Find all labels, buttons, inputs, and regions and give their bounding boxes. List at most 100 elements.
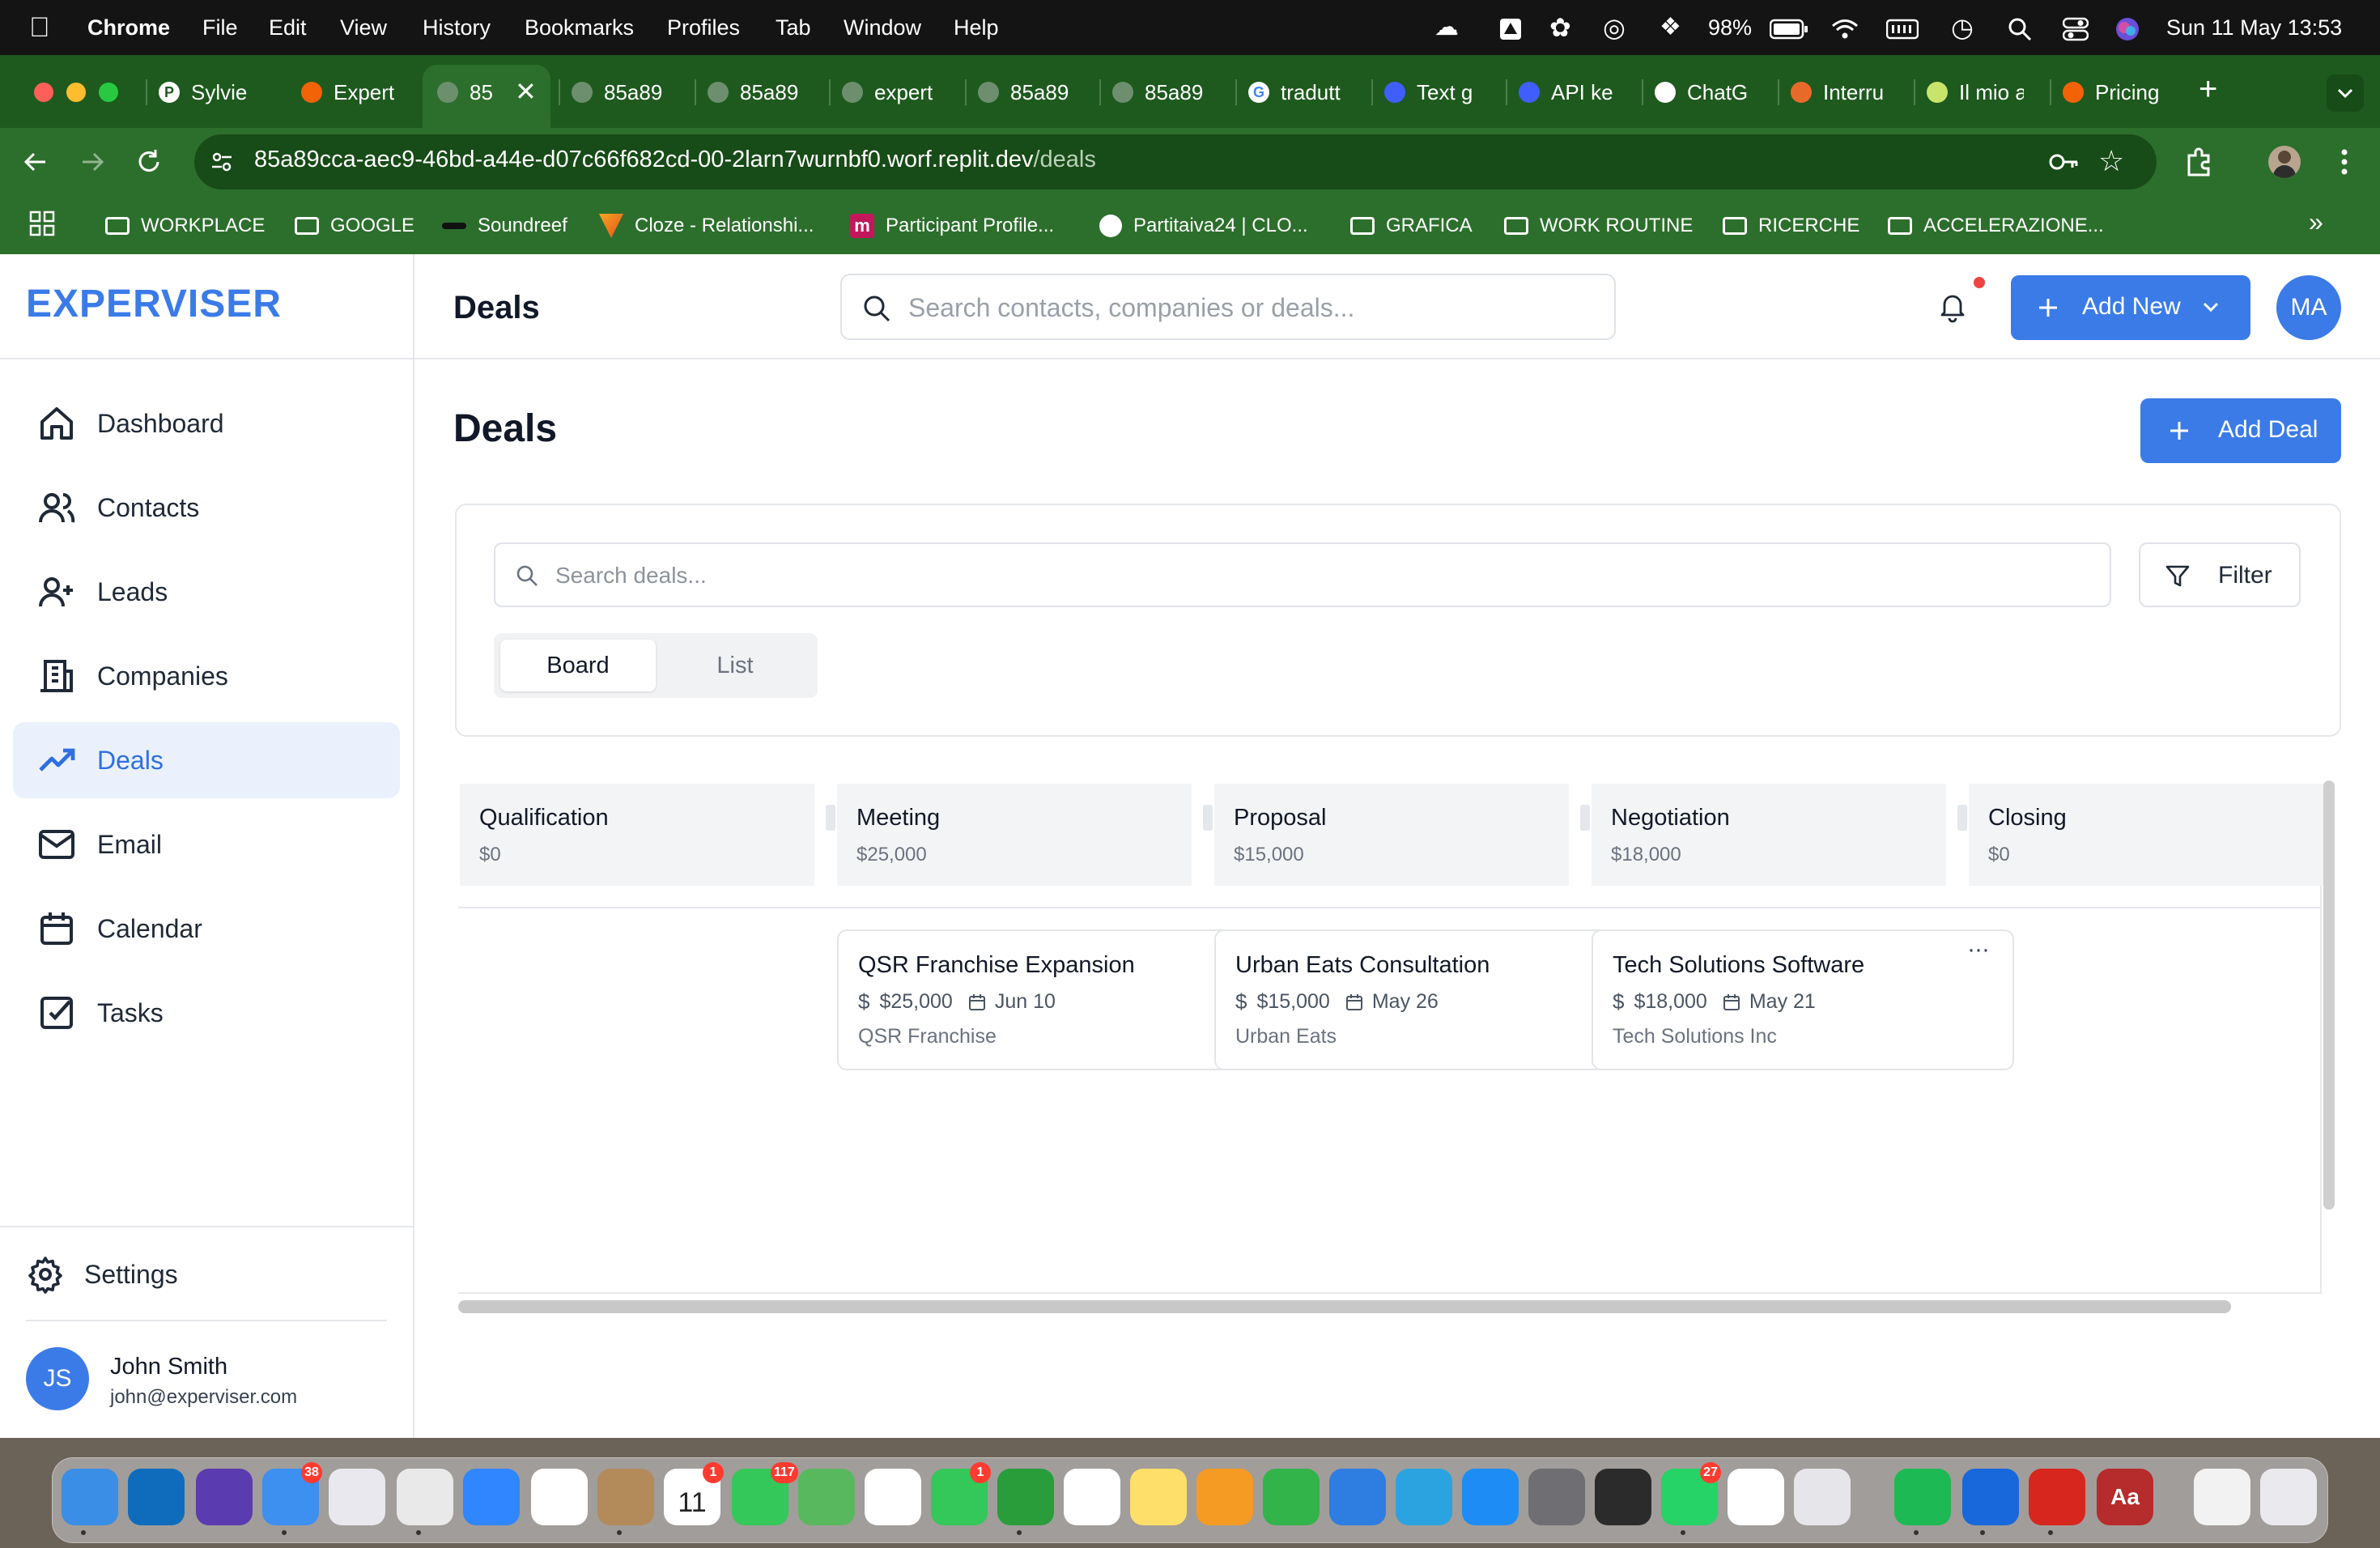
- numbers-icon[interactable]: [1263, 1469, 1320, 1525]
- browser-tab[interactable]: 85: [437, 70, 502, 115]
- deal-search-input[interactable]: [554, 554, 2095, 598]
- openai-icon[interactable]: [1728, 1469, 1784, 1525]
- browser-tab[interactable]: 85a89: [708, 70, 805, 115]
- bookmark-accelerazione[interactable]: ACCELERAZIONE...: [1888, 198, 2104, 254]
- browser-tab[interactable]: 85a89: [978, 70, 1075, 115]
- browser-tab[interactable]: Gtradutt: [1248, 70, 1345, 115]
- drive-icon[interactable]: [1498, 0, 1524, 55]
- deal-card[interactable]: Tech Solutions Software $ $18,000 May 21 Tec…: [1592, 929, 2014, 1070]
- launchpad-icon[interactable]: [329, 1469, 385, 1525]
- column-resize-handle[interactable]: [1957, 805, 1967, 831]
- apps-grid-icon[interactable]: [29, 211, 55, 240]
- new-tab-plus-icon[interactable]: +: [2199, 71, 2217, 108]
- pipeline-column-header[interactable]: [1969, 784, 2323, 886]
- browser-tab[interactable]: expert: [842, 70, 939, 115]
- bookmark-work-routine[interactable]: WORK ROUTINE: [1504, 198, 1693, 254]
- maps-icon[interactable]: [798, 1469, 855, 1525]
- deal-card[interactable]: Urban Eats Consultation $ $15,000 May 26 Urb…: [1214, 929, 1637, 1070]
- chat-icon[interactable]: [997, 1469, 1054, 1525]
- window-minimize-button[interactable]: [66, 83, 86, 102]
- settings-link[interactable]: Settings: [26, 1255, 178, 1294]
- facetime-icon[interactable]: 1: [931, 1462, 991, 1525]
- bookmark-partitaiva24[interactable]: Partitaiva24 | CLO...: [1099, 198, 1308, 254]
- siri-menu-icon[interactable]: [2114, 0, 2140, 55]
- battery-icon[interactable]: [1769, 0, 1808, 55]
- global-search[interactable]: [840, 274, 1616, 340]
- menu-view[interactable]: View: [340, 0, 387, 55]
- browser-tab[interactable]: P Sylvie: [159, 70, 256, 115]
- openai-menu-icon[interactable]: ✿: [1549, 0, 1571, 55]
- site-info-icon[interactable]: [209, 149, 235, 181]
- window-maximize-button[interactable]: [99, 83, 118, 102]
- telegram-icon[interactable]: [1396, 1469, 1452, 1525]
- sidebar-item-contacts[interactable]: Contacts: [13, 470, 400, 546]
- extensions-icon[interactable]: [2182, 146, 2215, 182]
- menubar-app-name[interactable]: Chrome: [87, 0, 170, 55]
- sidebar-item-dashboard[interactable]: Dashboard: [13, 385, 400, 461]
- evernote-icon[interactable]: [1064, 1469, 1120, 1525]
- safari-icon[interactable]: [463, 1469, 520, 1525]
- pipeline-column-header[interactable]: [1214, 784, 1569, 886]
- dictionary-icon[interactable]: Aa: [2097, 1469, 2153, 1525]
- browser-tab[interactable]: 85a89: [572, 70, 669, 115]
- sidebar-item-companies[interactable]: Companies: [13, 638, 400, 714]
- calendar-icon[interactable]: 11 1: [664, 1462, 724, 1525]
- whatsapp-icon[interactable]: 27: [1661, 1462, 1721, 1525]
- messages-icon[interactable]: 117: [732, 1462, 798, 1525]
- tab-search-button[interactable]: [2327, 74, 2364, 112]
- browser-tab[interactable]: Text g: [1384, 70, 1481, 115]
- global-search-input[interactable]: [907, 285, 1590, 330]
- address-bar[interactable]: 85a89cca-aec9-46bd-a44e-d07c66f682cd-00-…: [194, 134, 2157, 189]
- horizontal-scrollbar[interactable]: [458, 1300, 2231, 1313]
- icloud-icon[interactable]: ☁: [1434, 0, 1459, 55]
- view-list-tab[interactable]: List: [657, 640, 813, 691]
- appstore-icon[interactable]: [1462, 1469, 1519, 1525]
- browser-tab[interactable]: 85a89: [1112, 70, 1209, 115]
- window-close-button[interactable]: [34, 83, 53, 102]
- menu-profiles[interactable]: Profiles: [667, 0, 740, 55]
- photos-icon[interactable]: [865, 1469, 921, 1525]
- chrome-icon[interactable]: [397, 1469, 453, 1525]
- pages-icon[interactable]: [1196, 1469, 1253, 1525]
- add-new-button[interactable]: Add New: [2011, 275, 2250, 340]
- browser-tab[interactable]: Pricing: [2063, 70, 2160, 115]
- bookmark-google[interactable]: GOOGLE: [295, 198, 414, 254]
- clock-datetime[interactable]: Sun 11 May 13:53: [2166, 0, 2342, 55]
- notifications-button[interactable]: [1936, 277, 1985, 328]
- column-resize-handle[interactable]: [1203, 805, 1213, 831]
- bookmark-star-icon[interactable]: ☆: [2098, 144, 2124, 178]
- browser-tab[interactable]: Interru: [1791, 70, 1888, 115]
- control-center-icon[interactable]: [2062, 0, 2089, 55]
- keyboard-icon[interactable]: [1885, 0, 1919, 55]
- finder-icon[interactable]: [62, 1469, 118, 1525]
- more-options-icon[interactable]: ···: [1967, 936, 1990, 963]
- column-resize-handle[interactable]: [1580, 805, 1590, 831]
- menu-bookmarks[interactable]: Bookmarks: [525, 0, 634, 55]
- iphone-mirroring-icon[interactable]: [1794, 1469, 1851, 1525]
- airdrop-icon[interactable]: ◎: [1603, 0, 1626, 55]
- browser-tab[interactable]: Expert: [301, 70, 398, 115]
- bookmark-grafica[interactable]: GRAFICA: [1350, 198, 1473, 254]
- sidebar-item-leads[interactable]: Leads: [13, 554, 400, 630]
- mail-icon[interactable]: 38: [262, 1462, 322, 1525]
- browser-tab[interactable]: Il mio a: [1927, 70, 2024, 115]
- bookmark-ricerche[interactable]: RICERCHE: [1723, 198, 1859, 254]
- view-board-tab[interactable]: Board: [500, 640, 656, 691]
- browser-tab[interactable]: API ke: [1519, 70, 1616, 115]
- filter-button[interactable]: Filter: [2139, 542, 2301, 607]
- spotify-icon[interactable]: [1894, 1469, 1951, 1525]
- browser-tab[interactable]: ChatG: [1655, 70, 1752, 115]
- add-deal-button[interactable]: Add Deal: [2140, 398, 2341, 463]
- password-key-icon[interactable]: [2048, 147, 2079, 183]
- browser-menu-icon[interactable]: [2340, 147, 2349, 181]
- time-machine-icon[interactable]: ◷: [1951, 0, 1974, 55]
- contacts-icon[interactable]: [597, 1469, 654, 1525]
- pipeline-column-header[interactable]: [1592, 784, 1946, 886]
- opera-icon[interactable]: [531, 1469, 588, 1525]
- user-avatar[interactable]: JS: [26, 1347, 89, 1410]
- bluetooth-icon[interactable]: ❖: [1660, 0, 1681, 55]
- apple-icon[interactable]: : [29, 0, 50, 55]
- more-bookmarks-icon[interactable]: »: [2309, 207, 2323, 237]
- keynote-icon[interactable]: [1329, 1469, 1386, 1525]
- back-icon[interactable]: [21, 147, 50, 181]
